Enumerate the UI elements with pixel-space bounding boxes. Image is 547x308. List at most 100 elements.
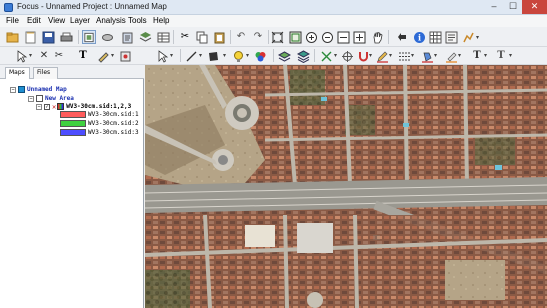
close-button[interactable]: ✕ [522,0,547,14]
remove-icon[interactable]: ✕ [52,103,56,111]
chevron-down-icon[interactable]: ▾ [199,52,202,59]
collapse-icon[interactable]: − [36,103,42,110]
bulb-icon[interactable] [231,49,245,63]
main-toolbar: ✂ ↶ ↷ i ▾ [0,27,547,47]
gradient-icon[interactable] [253,49,267,63]
info-icon[interactable]: i [412,30,426,44]
toolbar-separator [180,49,181,62]
layer-visibility-checkbox[interactable]: ✓ [44,103,50,110]
chevron-down-icon[interactable]: ▾ [458,52,461,59]
tab-files[interactable]: Files [33,67,58,79]
identify-icon[interactable] [444,30,458,44]
drawing-toolbar: ▾ ✕ ✂ T ▾ ▾ ▾ ▾ ▾ ▾ ▾ ▾ ▾ ▾ ▾ T ▾ T ▾ [0,47,547,65]
line-style-icon[interactable] [397,49,411,63]
fill-icon[interactable] [420,49,434,63]
chevron-down-icon[interactable]: ▾ [509,52,512,59]
chevron-down-icon[interactable]: ▾ [369,52,372,59]
menu-edit[interactable]: Edit [27,16,41,25]
undo-icon[interactable]: ↶ [234,30,248,44]
grid-icon[interactable] [428,30,442,44]
chevron-down-icon[interactable]: ▾ [434,52,437,59]
annotation-icon[interactable] [96,49,110,63]
copy-map-icon[interactable] [82,30,96,44]
redo-icon[interactable]: ↷ [251,30,265,44]
toolbar-separator [314,49,315,62]
band-label: WV3-30cm.sid:2 [88,120,139,127]
zoom-previous-icon[interactable] [336,30,350,44]
collapse-icon[interactable]: − [10,86,16,93]
snap-icon[interactable] [340,49,354,63]
cut-icon[interactable]: ✂ [178,30,192,44]
area-icon [36,95,43,102]
chevron-down-icon[interactable]: ▾ [29,52,32,59]
toolbar-separator [173,30,174,44]
toolbar-separator [388,30,389,44]
tree-map-node[interactable]: − Unnamed Map [10,85,67,94]
copy-icon[interactable] [195,30,209,44]
polygon-tool-icon[interactable] [206,49,220,63]
chevron-down-icon[interactable]: ▾ [334,52,337,59]
text-color-icon[interactable]: T [494,49,508,63]
area-name: New Area [45,95,74,102]
app-icon [4,3,13,12]
band-blue-swatch[interactable] [60,129,86,136]
map-name: Unnamed Map [27,86,67,93]
menu-file[interactable]: File [6,16,19,25]
chevron-down-icon[interactable]: ▾ [476,34,479,41]
menu-layer[interactable]: Layer [70,16,90,25]
tree-layer-node[interactable]: − ✓ ✕ WV3-30cm.sid:1,2,3 [36,102,131,111]
chevron-down-icon[interactable]: ▾ [111,52,114,59]
print-icon[interactable] [59,30,73,44]
node-icon[interactable] [319,49,333,63]
refresh-icon[interactable] [394,30,408,44]
map-canvas[interactable] [145,65,547,308]
brush-icon[interactable] [444,49,458,63]
chart-icon[interactable] [461,30,475,44]
cross-icon[interactable]: ✕ [37,49,51,63]
pencil-icon[interactable] [375,49,389,63]
chevron-down-icon[interactable]: ▾ [246,52,249,59]
chevron-down-icon[interactable]: ▾ [223,52,226,59]
band-label: WV3-30cm.sid:3 [88,129,139,136]
band-green-swatch[interactable] [60,120,86,127]
chevron-down-icon[interactable]: ▾ [411,52,414,59]
tab-maps[interactable]: Maps [5,67,30,79]
pointer-icon[interactable] [155,49,169,63]
clipboard-icon[interactable] [212,30,226,44]
text-style-icon[interactable]: T [470,49,484,63]
zoom-out-icon[interactable] [320,30,334,44]
paste-icon[interactable] [120,30,134,44]
select-arrow-icon[interactable] [14,49,28,63]
fit-extent-icon[interactable] [270,30,284,44]
scissors-icon[interactable]: ✂ [52,49,66,63]
zoom-next-icon[interactable] [352,30,366,44]
pan-icon[interactable] [370,30,384,44]
maximize-button[interactable]: ☐ [504,0,522,14]
menu-view[interactable]: View [48,16,65,25]
band-red-swatch[interactable] [60,111,86,118]
pointer-icon[interactable] [118,49,132,63]
line-tool-icon[interactable] [184,49,198,63]
stack-icon[interactable] [296,49,310,63]
zoom-window-icon[interactable] [288,30,302,44]
chevron-down-icon[interactable]: ▾ [389,52,392,59]
text-tool-icon[interactable]: T [76,49,90,63]
minimize-button[interactable]: – [484,0,504,14]
zoom-in-icon[interactable] [304,30,318,44]
collapse-icon[interactable]: − [28,95,34,102]
chevron-down-icon[interactable]: ▾ [170,52,173,59]
toolbar-separator [268,30,269,44]
menu-tools[interactable]: Tools [128,16,147,25]
layers-icon[interactable] [100,30,114,44]
folder-open-icon[interactable] [5,30,19,44]
new-file-icon[interactable] [23,30,37,44]
menu-help[interactable]: Help [153,16,169,25]
layers-alt-icon[interactable] [277,49,291,63]
raster-icon [57,103,65,110]
magnet-icon[interactable] [356,49,370,63]
stack-icon[interactable] [138,30,152,44]
chevron-down-icon[interactable]: ▾ [484,52,487,59]
save-icon[interactable] [41,30,55,44]
menu-analysis[interactable]: Analysis [96,16,126,25]
table-icon[interactable] [156,30,170,44]
